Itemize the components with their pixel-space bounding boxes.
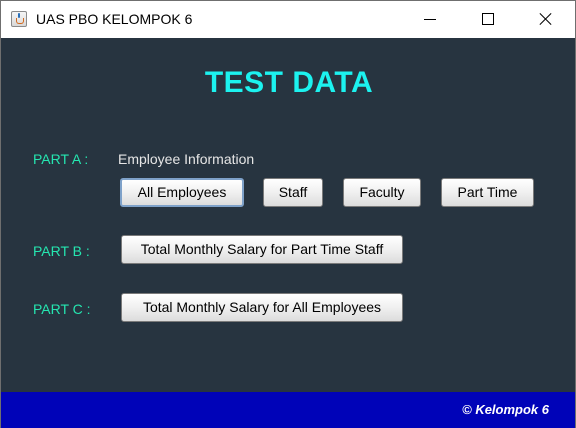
window-title: UAS PBO KELOMPOK 6 — [36, 11, 193, 27]
main-panel: TEST DATA PART A : Employee Information … — [1, 38, 575, 392]
title-bar[interactable]: UAS PBO KELOMPOK 6 — [1, 1, 575, 38]
employee-information-label: Employee Information — [118, 151, 255, 167]
part-time-salary-button[interactable]: Total Monthly Salary for Part Time Staff — [121, 235, 403, 264]
faculty-button[interactable]: Faculty — [343, 178, 421, 207]
java-cup-icon — [11, 11, 27, 27]
page-title: TEST DATA — [204, 66, 374, 99]
part-b-label: PART B : — [33, 243, 90, 259]
part-c-label: PART C : — [33, 301, 91, 317]
staff-button[interactable]: Staff — [263, 178, 323, 207]
minimize-icon[interactable] — [393, 1, 439, 38]
all-employees-button[interactable]: All Employees — [120, 178, 244, 207]
footer-credit: © Kelompok 6 — [462, 402, 549, 417]
part-a-label: PART A : — [33, 151, 89, 167]
maximize-icon[interactable] — [465, 1, 511, 38]
footer-bar: © Kelompok 6 — [1, 392, 575, 428]
all-employees-salary-button[interactable]: Total Monthly Salary for All Employees — [121, 293, 403, 322]
close-icon[interactable] — [521, 1, 567, 38]
application-window: UAS PBO KELOMPOK 6 TEST DATA PART A : Em… — [0, 0, 576, 428]
part-time-button[interactable]: Part Time — [441, 178, 534, 207]
